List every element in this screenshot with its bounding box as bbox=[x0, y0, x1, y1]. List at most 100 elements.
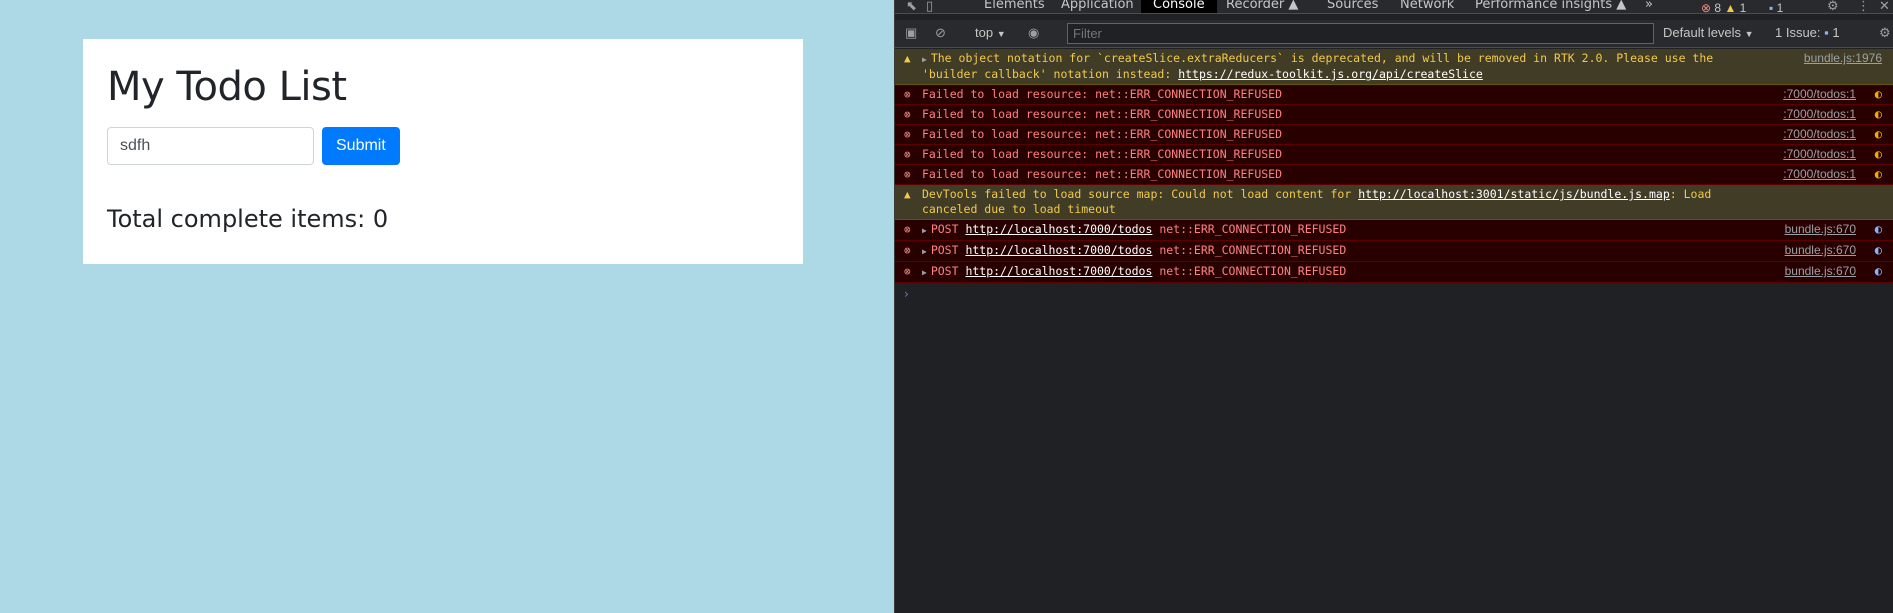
error-icon: ⊗ bbox=[904, 88, 911, 101]
console-message-text: Failed to load resource: net::ERR_CONNEC… bbox=[922, 87, 1762, 102]
message-link[interactable]: https://redux-toolkit.js.org/api/createS… bbox=[1178, 67, 1483, 81]
error-badge[interactable]: ⊗ 8 ▲ 1 bbox=[1701, 1, 1747, 14]
console-error-row[interactable]: ⊗ ▶ POST http://localhost:7000/todos net::… bbox=[895, 241, 1893, 262]
expand-triangle-icon[interactable]: ▶ bbox=[922, 55, 927, 64]
network-request-icon[interactable]: ◐ bbox=[1875, 167, 1882, 182]
message-text: POST bbox=[930, 264, 966, 278]
message-link[interactable]: http://localhost:3001/static/js/bundle.j… bbox=[1358, 187, 1670, 201]
expand-triangle-icon[interactable]: ▶ bbox=[922, 226, 927, 235]
source-link[interactable]: bundle.js:670 bbox=[1785, 243, 1856, 258]
message-text: POST bbox=[930, 222, 966, 236]
context-label: top bbox=[975, 25, 994, 40]
source-link[interactable]: bundle.js:670 bbox=[1785, 264, 1856, 279]
network-request-icon[interactable]: ◐ bbox=[1875, 243, 1882, 258]
inspect-icon[interactable]: ⬉ bbox=[906, 0, 917, 13]
total-complete-label: Total complete items: 0 bbox=[107, 205, 389, 233]
network-request-icon[interactable]: ◐ bbox=[1875, 127, 1882, 142]
expand-triangle-icon[interactable]: ▶ bbox=[922, 268, 927, 277]
tab-console[interactable]: Console bbox=[1141, 0, 1217, 13]
console-error-row[interactable]: ⊗ Failed to load resource: net::ERR_CONNE… bbox=[895, 125, 1893, 145]
message-text-suffix: net::ERR_CONNECTION_REFUSED bbox=[1152, 243, 1347, 257]
console-error-row[interactable]: ⊗ Failed to load resource: net::ERR_CONNE… bbox=[895, 85, 1893, 105]
console-warning-row[interactable]: ▲ DevTools failed to load source map: Cou… bbox=[895, 185, 1893, 220]
message-text: DevTools failed to load source map: Coul… bbox=[922, 187, 1359, 201]
filter-input[interactable] bbox=[1067, 23, 1654, 44]
source-link[interactable]: :7000/todos:1 bbox=[1783, 167, 1856, 182]
tab-performance-insights[interactable]: Performance insights ▲ bbox=[1475, 0, 1626, 13]
error-icon: ⊗ bbox=[904, 244, 911, 257]
error-icon: ⊗ bbox=[904, 148, 911, 161]
console-settings-icon[interactable]: ⚙ bbox=[1879, 25, 1891, 41]
page-title: My Todo List bbox=[107, 64, 347, 110]
network-request-icon[interactable]: ◐ bbox=[1875, 222, 1882, 237]
source-link[interactable]: :7000/todos:1 bbox=[1783, 147, 1856, 162]
tab-sources[interactable]: Sources bbox=[1327, 0, 1378, 13]
console-error-row[interactable]: ⊗ ▶ POST http://localhost:7000/todos net::… bbox=[895, 262, 1893, 283]
expand-triangle-icon[interactable]: ▶ bbox=[922, 247, 927, 256]
message-text: Failed to load resource: net::ERR_CONNEC… bbox=[922, 107, 1283, 121]
todo-input[interactable] bbox=[107, 127, 314, 165]
error-icon: ⊗ bbox=[904, 168, 911, 181]
error-icon: ⊗ bbox=[904, 223, 911, 236]
console-error-row[interactable]: ⊗ Failed to load resource: net::ERR_CONNE… bbox=[895, 145, 1893, 165]
todo-card: My Todo List Submit Total complete items… bbox=[83, 39, 803, 264]
console-error-row[interactable]: ⊗ ▶ POST http://localhost:7000/todos net::… bbox=[895, 220, 1893, 241]
error-icon: ⊗ bbox=[904, 265, 911, 278]
source-link[interactable]: bundle.js:670 bbox=[1785, 222, 1856, 237]
message-text: Failed to load resource: net::ERR_CONNEC… bbox=[922, 87, 1283, 101]
message-text-suffix: net::ERR_CONNECTION_REFUSED bbox=[1152, 222, 1347, 236]
console-log: ▲ ▶ The object notation for `createSlice.e… bbox=[895, 49, 1893, 301]
console-message-text: Failed to load resource: net::ERR_CONNEC… bbox=[922, 147, 1762, 162]
close-icon[interactable]: ✕ bbox=[1879, 0, 1890, 13]
devtools-tab-bar: ⬉ ▯ Elements Application Console Recorde… bbox=[895, 0, 1893, 14]
warning-icon: ▲ bbox=[904, 188, 911, 201]
message-badge[interactable]: ▪ 1 bbox=[1769, 1, 1784, 14]
more-tabs-icon[interactable]: » bbox=[1645, 0, 1653, 13]
network-request-icon[interactable]: ◐ bbox=[1875, 147, 1882, 162]
tab-network[interactable]: Network bbox=[1400, 0, 1454, 13]
log-levels-select[interactable]: Default levels ▼ bbox=[1663, 25, 1754, 40]
message-count: 1 bbox=[1776, 1, 1784, 14]
issue-icon: ▪ bbox=[1824, 25, 1829, 40]
message-text: Failed to load resource: net::ERR_CONNEC… bbox=[922, 127, 1283, 141]
issues-label: 1 Issue: bbox=[1775, 25, 1821, 40]
error-icon: ⊗ bbox=[904, 128, 911, 141]
source-link[interactable]: :7000/todos:1 bbox=[1783, 87, 1856, 102]
network-request-icon[interactable]: ◐ bbox=[1875, 107, 1882, 122]
warning-icon: ▲ bbox=[904, 52, 911, 65]
submit-button[interactable]: Submit bbox=[322, 127, 400, 165]
clear-console-icon[interactable]: ⊘ bbox=[935, 25, 946, 41]
warning-count: 1 bbox=[1739, 1, 1747, 14]
message-link[interactable]: http://localhost:7000/todos bbox=[965, 264, 1152, 278]
settings-icon[interactable]: ⚙ bbox=[1827, 0, 1839, 13]
tab-recorder[interactable]: Recorder ▲ bbox=[1226, 0, 1298, 13]
source-link[interactable]: :7000/todos:1 bbox=[1783, 107, 1856, 122]
chevron-down-icon: ▼ bbox=[996, 29, 1006, 39]
tab-application[interactable]: Application bbox=[1061, 0, 1134, 13]
sidebar-toggle-icon[interactable]: ▣ bbox=[905, 25, 917, 41]
source-link[interactable]: bundle.js:1976 bbox=[1804, 51, 1882, 66]
network-request-icon[interactable]: ◐ bbox=[1875, 264, 1882, 279]
message-text: Failed to load resource: net::ERR_CONNEC… bbox=[922, 167, 1283, 181]
message-text-suffix: net::ERR_CONNECTION_REFUSED bbox=[1152, 264, 1347, 278]
device-toolbar-icon[interactable]: ▯ bbox=[926, 0, 933, 13]
tab-elements[interactable]: Elements bbox=[984, 0, 1045, 13]
context-select[interactable]: top ▼ bbox=[975, 25, 1006, 40]
console-error-row[interactable]: ⊗ Failed to load resource: net::ERR_CONNE… bbox=[895, 105, 1893, 125]
kebab-menu-icon[interactable]: ⋮ bbox=[1857, 0, 1870, 13]
message-link[interactable]: http://localhost:7000/todos bbox=[965, 222, 1152, 236]
eye-icon[interactable]: ◉ bbox=[1028, 25, 1039, 41]
network-request-icon[interactable]: ◐ bbox=[1875, 87, 1882, 102]
console-message-text: ▶ The object notation for `createSlice.ex… bbox=[922, 51, 1762, 82]
console-prompt[interactable]: › bbox=[895, 283, 1893, 301]
issues-button[interactable]: 1 Issue: ▪ 1 bbox=[1775, 25, 1840, 40]
console-warning-row[interactable]: ▲ ▶ The object notation for `createSlice.e… bbox=[895, 49, 1893, 85]
issue-count: 1 bbox=[1832, 25, 1840, 40]
console-message-text: ▶ POST http://localhost:7000/todos net::E… bbox=[922, 243, 1762, 259]
console-error-row[interactable]: ⊗ Failed to load resource: net::ERR_CONNE… bbox=[895, 165, 1893, 185]
console-toolbar: ▣ ⊘ top ▼ ◉ Default levels ▼ 1 Issue: ▪ … bbox=[895, 20, 1893, 48]
error-icon: ⊗ bbox=[1701, 1, 1712, 14]
warning-icon: ▲ bbox=[1724, 1, 1737, 14]
message-link[interactable]: http://localhost:7000/todos bbox=[965, 243, 1152, 257]
source-link[interactable]: :7000/todos:1 bbox=[1783, 127, 1856, 142]
